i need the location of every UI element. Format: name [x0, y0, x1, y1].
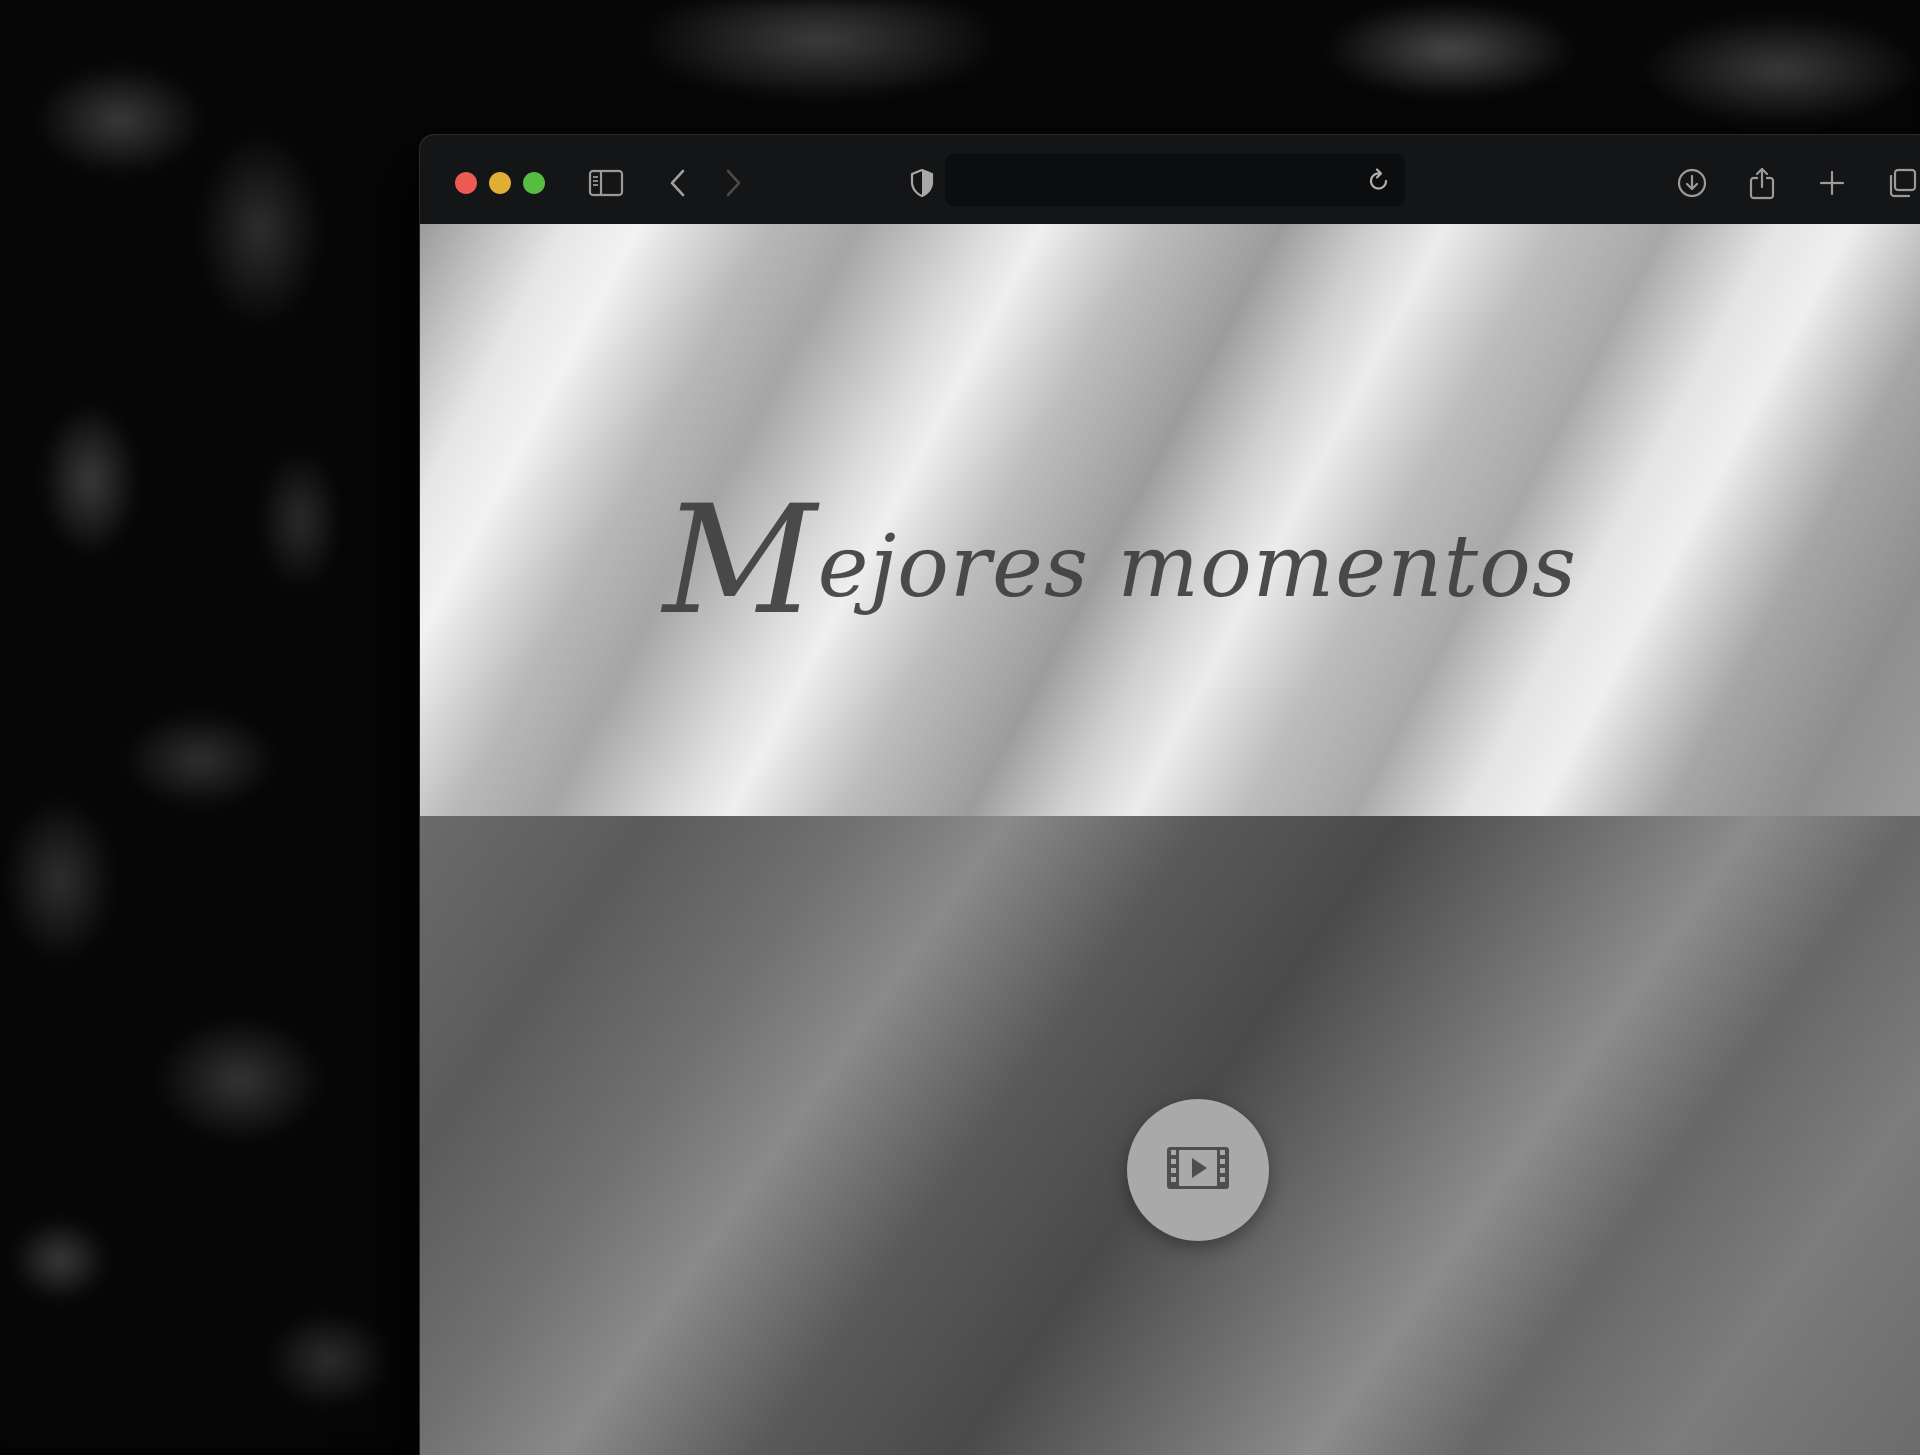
back-icon[interactable]	[656, 161, 700, 205]
browser-toolbar	[420, 135, 1920, 224]
hero-title-rest: ejores momentos	[817, 517, 1578, 617]
address-input[interactable]	[959, 154, 1343, 208]
hero-banner: Mejores momentos	[420, 224, 1920, 816]
reload-icon[interactable]	[1357, 158, 1401, 202]
tabs-overview-icon[interactable]	[1880, 161, 1920, 205]
zoom-window-button[interactable]	[523, 172, 545, 194]
hero-title: Mejores momentos	[420, 474, 1920, 648]
shield-icon[interactable]	[900, 161, 944, 205]
close-window-button[interactable]	[455, 172, 477, 194]
minimize-window-button[interactable]	[489, 172, 511, 194]
hero-title-initial: M	[662, 474, 818, 648]
share-icon[interactable]	[1740, 161, 1784, 205]
download-icon[interactable]	[1670, 161, 1714, 205]
new-tab-icon[interactable]	[1810, 161, 1854, 205]
address-bar[interactable]	[945, 154, 1405, 208]
forward-icon[interactable]	[711, 161, 755, 205]
sidebar-icon[interactable]	[584, 161, 628, 205]
film-play-button[interactable]	[1127, 1099, 1269, 1241]
film-play-icon	[1165, 1145, 1231, 1195]
browser-window: Mejores momentos	[420, 135, 1920, 1455]
video-section	[420, 816, 1920, 1455]
